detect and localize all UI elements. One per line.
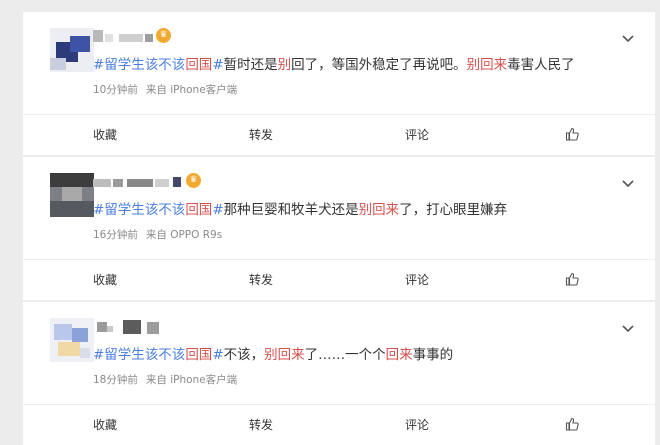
post-source: 来自 iPhone客户端	[145, 84, 238, 96]
action-bar: 收藏 转发 评论	[23, 404, 655, 445]
post-source: 来自 OPPO R9s	[145, 229, 223, 241]
collect-button[interactable]: 收藏	[93, 260, 117, 300]
thumbs-up-icon	[565, 127, 579, 141]
post-body: ♛ #留学生该不该回国#那种巨婴和牧羊犬还是别回来了，打心眼里嫌弃 16分钟前来…	[23, 157, 655, 259]
post-text: #留学生该不该回国#不该，别回来了……一个个回来事事的	[93, 347, 454, 363]
like-button[interactable]	[565, 127, 579, 143]
feed: ♛ #留学生该不该回国#暂时还是别回了，等国外稳定了再说吧。别回来毒害人民了 1…	[0, 0, 660, 445]
feed-card: ♛ #留学生该不该回国#暂时还是别回了，等国外稳定了再说吧。别回来毒害人民了 1…	[23, 12, 655, 155]
post-time[interactable]: 18分钟前	[93, 374, 138, 386]
chevron-down-icon[interactable]	[621, 175, 637, 191]
hashtag-link[interactable]: #留学生该不该回国#	[93, 57, 224, 73]
post-time[interactable]: 10分钟前	[93, 84, 138, 96]
avatar[interactable]	[50, 318, 94, 362]
chevron-down-icon[interactable]	[621, 320, 637, 336]
avatar[interactable]	[50, 173, 94, 217]
like-button[interactable]	[565, 417, 579, 433]
action-bar: 收藏 转发 评论	[23, 114, 655, 155]
hashtag-link[interactable]: #留学生该不该回国#	[93, 202, 224, 218]
post-body: #留学生该不该回国#不该，别回来了……一个个回来事事的 18分钟前 来自 iPho…	[23, 302, 655, 404]
forward-button[interactable]: 转发	[249, 405, 273, 445]
collect-button[interactable]: 收藏	[93, 405, 117, 445]
action-bar: 收藏 转发 评论	[23, 259, 655, 300]
chevron-down-icon[interactable]	[621, 30, 637, 46]
comment-button[interactable]: 评论	[405, 260, 429, 300]
post-meta: 10分钟前 来自 iPhone客户端	[93, 83, 237, 97]
post-time[interactable]: 16分钟前	[93, 229, 138, 241]
post-meta: 16分钟前 来自 OPPO R9s	[93, 228, 222, 242]
like-button[interactable]	[565, 272, 579, 288]
crown-badge-icon: ♛	[186, 173, 201, 188]
post-meta: 18分钟前 来自 iPhone客户端	[93, 373, 237, 387]
comment-button[interactable]: 评论	[405, 115, 429, 155]
thumbs-up-icon	[565, 272, 579, 286]
avatar[interactable]	[50, 28, 94, 72]
post-text: #留学生该不该回国#那种巨婴和牧羊犬还是别回来了，打心眼里嫌弃	[93, 202, 508, 218]
hashtag-link[interactable]: #留学生该不该回国#	[93, 347, 224, 363]
feed-card: #留学生该不该回国#不该，别回来了……一个个回来事事的 18分钟前 来自 iPho…	[23, 302, 655, 445]
post-text: #留学生该不该回国#暂时还是别回了，等国外稳定了再说吧。别回来毒害人民了	[93, 57, 575, 73]
thumbs-up-icon	[565, 417, 579, 431]
post-body: ♛ #留学生该不该回国#暂时还是别回了，等国外稳定了再说吧。别回来毒害人民了 1…	[23, 12, 655, 114]
collect-button[interactable]: 收藏	[93, 115, 117, 155]
comment-button[interactable]: 评论	[405, 405, 429, 445]
post-source: 来自 iPhone客户端	[145, 374, 238, 386]
forward-button[interactable]: 转发	[249, 115, 273, 155]
forward-button[interactable]: 转发	[249, 260, 273, 300]
feed-card: ♛ #留学生该不该回国#那种巨婴和牧羊犬还是别回来了，打心眼里嫌弃 16分钟前来…	[23, 157, 655, 300]
crown-badge-icon: ♛	[156, 28, 171, 43]
